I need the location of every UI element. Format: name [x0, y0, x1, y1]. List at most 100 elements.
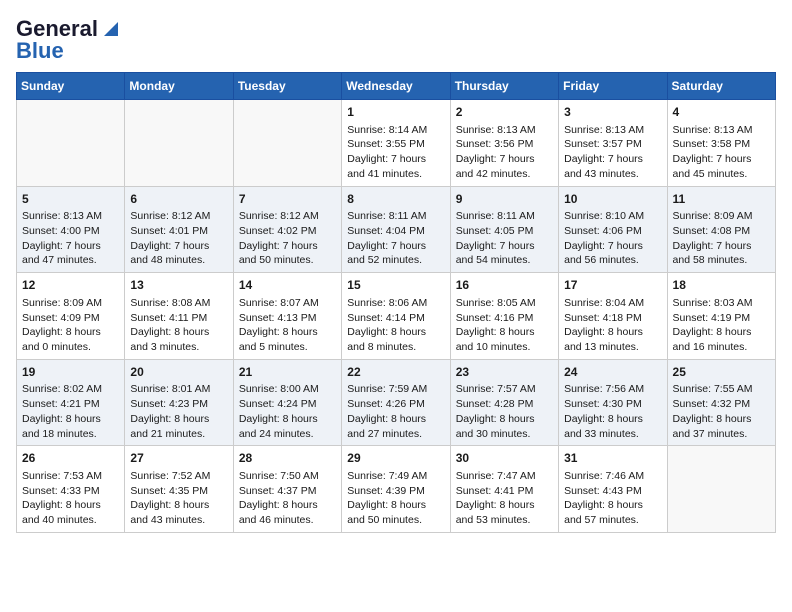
day-info: Sunset: 4:30 PM — [564, 397, 661, 412]
day-info: Sunset: 4:06 PM — [564, 224, 661, 239]
calendar-cell: 26Sunrise: 7:53 AMSunset: 4:33 PMDayligh… — [17, 446, 125, 533]
day-info: and 41 minutes. — [347, 167, 444, 182]
day-number: 11 — [673, 191, 770, 208]
day-info: Daylight: 7 hours — [673, 152, 770, 167]
page-header: General Blue — [16, 16, 776, 64]
day-info: Sunrise: 7:55 AM — [673, 382, 770, 397]
day-info: Daylight: 8 hours — [22, 412, 119, 427]
day-number: 25 — [673, 364, 770, 381]
day-info: Sunset: 4:14 PM — [347, 311, 444, 326]
day-info: and 10 minutes. — [456, 340, 553, 355]
calendar-cell: 2Sunrise: 8:13 AMSunset: 3:56 PMDaylight… — [450, 100, 558, 187]
day-info: Daylight: 8 hours — [239, 498, 336, 513]
day-info: Sunrise: 8:11 AM — [456, 209, 553, 224]
day-number: 30 — [456, 450, 553, 467]
day-info: Sunrise: 7:57 AM — [456, 382, 553, 397]
day-info: Daylight: 8 hours — [564, 498, 661, 513]
day-info: Daylight: 8 hours — [673, 412, 770, 427]
day-info: Daylight: 8 hours — [22, 325, 119, 340]
calendar-cell: 5Sunrise: 8:13 AMSunset: 4:00 PMDaylight… — [17, 186, 125, 273]
day-number: 16 — [456, 277, 553, 294]
day-info: Sunset: 3:55 PM — [347, 137, 444, 152]
day-info: Daylight: 7 hours — [673, 239, 770, 254]
calendar-cell: 22Sunrise: 7:59 AMSunset: 4:26 PMDayligh… — [342, 359, 450, 446]
day-info: and 58 minutes. — [673, 253, 770, 268]
day-info: Sunrise: 8:00 AM — [239, 382, 336, 397]
day-info: Sunset: 4:01 PM — [130, 224, 227, 239]
day-info: Daylight: 8 hours — [564, 412, 661, 427]
calendar-cell: 12Sunrise: 8:09 AMSunset: 4:09 PMDayligh… — [17, 273, 125, 360]
day-info: Sunset: 4:37 PM — [239, 484, 336, 499]
day-number: 29 — [347, 450, 444, 467]
weekday-header: Monday — [125, 73, 233, 100]
calendar-cell: 4Sunrise: 8:13 AMSunset: 3:58 PMDaylight… — [667, 100, 775, 187]
day-number: 17 — [564, 277, 661, 294]
day-info: and 18 minutes. — [22, 427, 119, 442]
day-info: Sunrise: 8:13 AM — [564, 123, 661, 138]
day-info: Sunrise: 7:47 AM — [456, 469, 553, 484]
day-info: Daylight: 8 hours — [456, 498, 553, 513]
day-info: and 27 minutes. — [347, 427, 444, 442]
day-info: Sunrise: 8:12 AM — [239, 209, 336, 224]
day-info: Sunset: 4:19 PM — [673, 311, 770, 326]
day-number: 14 — [239, 277, 336, 294]
day-info: and 16 minutes. — [673, 340, 770, 355]
day-info: Daylight: 8 hours — [673, 325, 770, 340]
calendar-cell: 24Sunrise: 7:56 AMSunset: 4:30 PMDayligh… — [559, 359, 667, 446]
day-number: 31 — [564, 450, 661, 467]
weekday-header: Tuesday — [233, 73, 341, 100]
day-info: and 57 minutes. — [564, 513, 661, 528]
day-info: Sunrise: 8:13 AM — [22, 209, 119, 224]
weekday-header: Sunday — [17, 73, 125, 100]
day-number: 4 — [673, 104, 770, 121]
day-number: 12 — [22, 277, 119, 294]
calendar-cell: 31Sunrise: 7:46 AMSunset: 4:43 PMDayligh… — [559, 446, 667, 533]
day-info: Daylight: 7 hours — [456, 152, 553, 167]
day-info: Sunrise: 8:14 AM — [347, 123, 444, 138]
calendar-cell: 30Sunrise: 7:47 AMSunset: 4:41 PMDayligh… — [450, 446, 558, 533]
day-info: Sunset: 4:26 PM — [347, 397, 444, 412]
day-info: Sunrise: 8:01 AM — [130, 382, 227, 397]
day-info: Daylight: 8 hours — [347, 412, 444, 427]
calendar-cell: 18Sunrise: 8:03 AMSunset: 4:19 PMDayligh… — [667, 273, 775, 360]
day-info: Sunset: 4:00 PM — [22, 224, 119, 239]
calendar-cell: 28Sunrise: 7:50 AMSunset: 4:37 PMDayligh… — [233, 446, 341, 533]
calendar-cell: 1Sunrise: 8:14 AMSunset: 3:55 PMDaylight… — [342, 100, 450, 187]
calendar-cell — [17, 100, 125, 187]
day-number: 1 — [347, 104, 444, 121]
weekday-header: Thursday — [450, 73, 558, 100]
calendar-week-row: 26Sunrise: 7:53 AMSunset: 4:33 PMDayligh… — [17, 446, 776, 533]
day-info: Sunset: 4:04 PM — [347, 224, 444, 239]
day-info: Sunrise: 8:13 AM — [456, 123, 553, 138]
day-info: Sunrise: 8:12 AM — [130, 209, 227, 224]
day-info: Sunrise: 8:09 AM — [22, 296, 119, 311]
day-info: and 48 minutes. — [130, 253, 227, 268]
calendar-cell: 17Sunrise: 8:04 AMSunset: 4:18 PMDayligh… — [559, 273, 667, 360]
day-number: 13 — [130, 277, 227, 294]
calendar-cell: 11Sunrise: 8:09 AMSunset: 4:08 PMDayligh… — [667, 186, 775, 273]
day-info: and 24 minutes. — [239, 427, 336, 442]
day-info: Daylight: 8 hours — [456, 412, 553, 427]
logo-blue: Blue — [16, 38, 64, 64]
day-info: Sunrise: 7:52 AM — [130, 469, 227, 484]
day-info: and 8 minutes. — [347, 340, 444, 355]
day-number: 28 — [239, 450, 336, 467]
day-info: Sunrise: 8:09 AM — [673, 209, 770, 224]
day-info: and 3 minutes. — [130, 340, 227, 355]
day-info: and 46 minutes. — [239, 513, 336, 528]
calendar-cell: 29Sunrise: 7:49 AMSunset: 4:39 PMDayligh… — [342, 446, 450, 533]
calendar-week-row: 5Sunrise: 8:13 AMSunset: 4:00 PMDaylight… — [17, 186, 776, 273]
day-number: 3 — [564, 104, 661, 121]
calendar-cell: 19Sunrise: 8:02 AMSunset: 4:21 PMDayligh… — [17, 359, 125, 446]
day-info: and 50 minutes. — [239, 253, 336, 268]
day-info: Sunset: 4:32 PM — [673, 397, 770, 412]
calendar-cell: 3Sunrise: 8:13 AMSunset: 3:57 PMDaylight… — [559, 100, 667, 187]
day-number: 2 — [456, 104, 553, 121]
day-info: and 13 minutes. — [564, 340, 661, 355]
calendar-cell: 13Sunrise: 8:08 AMSunset: 4:11 PMDayligh… — [125, 273, 233, 360]
day-info: Daylight: 8 hours — [22, 498, 119, 513]
day-info: Daylight: 8 hours — [130, 412, 227, 427]
calendar-cell: 9Sunrise: 8:11 AMSunset: 4:05 PMDaylight… — [450, 186, 558, 273]
day-info: Daylight: 8 hours — [564, 325, 661, 340]
calendar-cell: 14Sunrise: 8:07 AMSunset: 4:13 PMDayligh… — [233, 273, 341, 360]
